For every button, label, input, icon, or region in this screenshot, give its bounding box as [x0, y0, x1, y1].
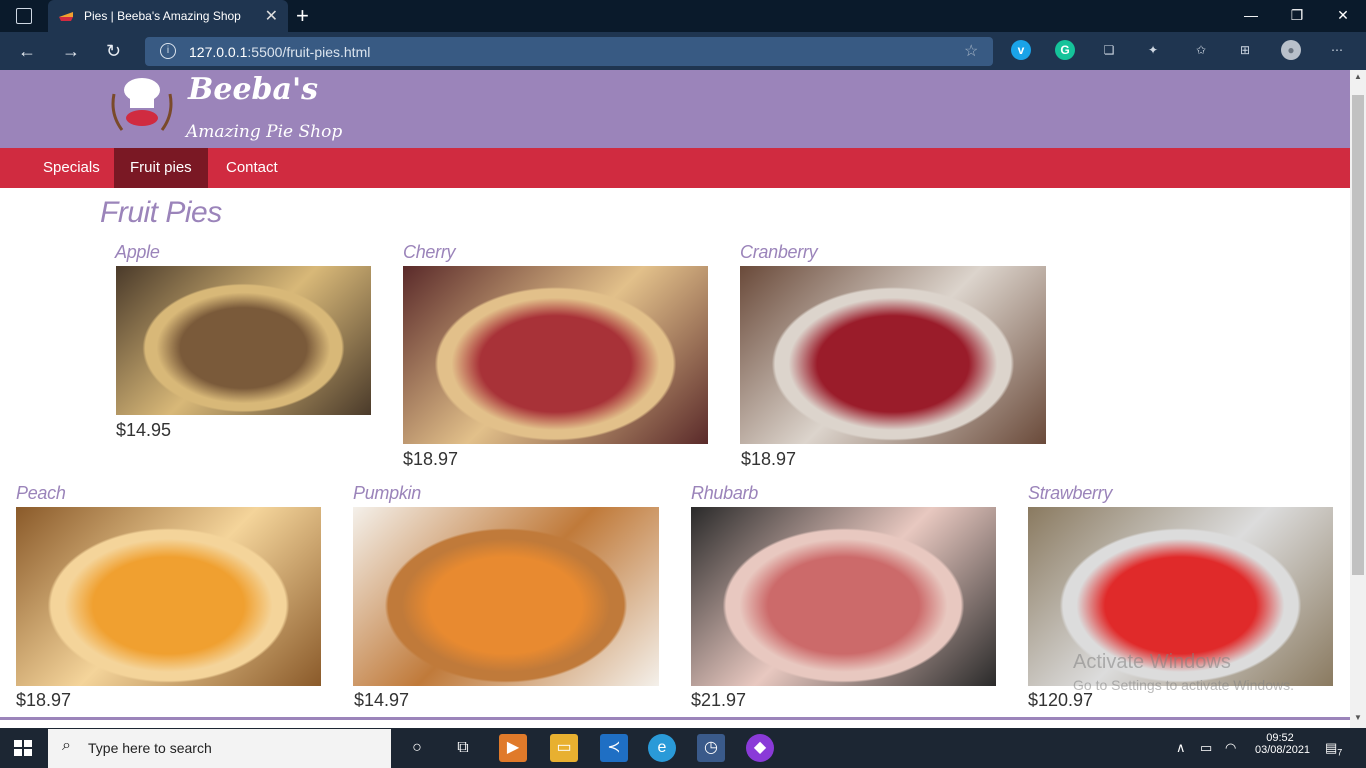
brand-name: Beeba's: [188, 72, 319, 107]
brand-tagline: Amazing Pie Shop: [186, 122, 343, 142]
wifi-icon[interactable]: ◠: [1225, 740, 1236, 756]
activation-watermark-title: Activate Windows: [1073, 651, 1231, 673]
url-text[interactable]: 127.0.0.1:5500/fruit-pies.html: [189, 44, 370, 60]
window-controls: — ❐ ✕: [1228, 0, 1366, 32]
restore-button[interactable]: ❐: [1274, 0, 1320, 32]
extensions-puzzle-icon[interactable]: ✦: [1143, 40, 1163, 60]
pie-price-peach: $18.97: [16, 690, 72, 710]
favorite-star-icon[interactable]: ☆: [964, 41, 978, 61]
clock-date: 03/08/2021: [1255, 744, 1311, 756]
tray-chevron-up-icon[interactable]: ∧: [1176, 740, 1186, 756]
windows-start-icon[interactable]: [14, 740, 32, 756]
scroll-up-arrow-icon[interactable]: ▲: [1350, 72, 1366, 81]
battery-icon[interactable]: ▭: [1200, 740, 1212, 756]
grammarly-extension-icon[interactable]: G: [1055, 40, 1075, 60]
pie-name-peach: Peach: [16, 483, 66, 503]
pie-price-rhubarb: $21.97: [691, 690, 747, 710]
site-nav: Specials Fruit pies Contact: [0, 148, 1350, 188]
pie-name-apple: Apple: [115, 242, 160, 262]
url-path: :5500/fruit-pies.html: [247, 44, 371, 60]
refresh-icon[interactable]: ↻: [106, 41, 121, 62]
pie-image-pumpkin[interactable]: [353, 507, 659, 686]
site-info-icon[interactable]: i: [160, 43, 176, 59]
pie-name-strawberry: Strawberry: [1028, 483, 1113, 503]
web-page: Beeba's Amazing Pie Shop Specials Fruit …: [0, 70, 1350, 720]
search-icon: ⌕: [62, 737, 71, 754]
pie-image-rhubarb[interactable]: [691, 507, 996, 686]
collections-extension-icon[interactable]: ❏: [1099, 40, 1119, 60]
pie-name-cherry: Cherry: [403, 242, 456, 262]
taskbar-search-placeholder[interactable]: Type here to search: [88, 740, 212, 756]
pie-image-cranberry[interactable]: [740, 266, 1046, 444]
tab-title: Pies | Beeba's Amazing Shop: [84, 9, 241, 23]
minimize-button[interactable]: —: [1228, 0, 1274, 32]
new-tab-button[interactable]: +: [296, 3, 309, 29]
footer-bar: [0, 717, 1350, 720]
profile-avatar-icon[interactable]: ●: [1281, 40, 1301, 60]
pie-price-cranberry: $18.97: [741, 449, 797, 469]
vscode-icon[interactable]: ≺: [600, 734, 628, 762]
activation-watermark-text: Go to Settings to activate Windows.: [1073, 677, 1294, 693]
clock-app-icon[interactable]: ◷: [697, 734, 725, 762]
pie-price-apple: $14.95: [116, 420, 172, 440]
pie-name-pumpkin: Pumpkin: [353, 483, 421, 503]
media-player-icon[interactable]: ▶: [499, 734, 527, 762]
clock-time: 09:52: [1266, 732, 1294, 744]
nav-item-contact[interactable]: Contact: [210, 148, 294, 188]
notification-count: 7: [1337, 747, 1343, 758]
edge-browser-icon[interactable]: e: [648, 734, 676, 762]
taskbar-clock[interactable]: 09:52 03/08/2021: [1255, 732, 1311, 756]
tab-close-icon[interactable]: ✕: [265, 6, 278, 26]
pie-price-cherry: $18.97: [403, 449, 459, 469]
nav-item-fruit-pies[interactable]: Fruit pies: [114, 148, 208, 188]
close-window-button[interactable]: ✕: [1320, 0, 1366, 32]
notifications-icon[interactable]: ▤7: [1325, 740, 1342, 758]
pie-price-pumpkin: $14.97: [354, 690, 410, 710]
bakery-logo-icon: [111, 78, 173, 131]
pie-name-rhubarb: Rhubarb: [691, 483, 758, 503]
nav-item-specials[interactable]: Specials: [27, 148, 116, 188]
url-host: 127.0.0.1: [189, 44, 248, 60]
pie-image-apple[interactable]: [116, 266, 371, 415]
scrollbar-thumb[interactable]: [1352, 95, 1364, 575]
forward-arrow-icon[interactable]: →: [62, 41, 80, 62]
scroll-down-arrow-icon[interactable]: ▼: [1350, 713, 1366, 722]
collections-icon[interactable]: ⊞: [1235, 40, 1255, 60]
task-view-icon[interactable]: ⧉: [449, 734, 477, 762]
pie-image-peach[interactable]: [16, 507, 321, 686]
vimeo-extension-icon[interactable]: v: [1011, 40, 1031, 60]
cortana-icon[interactable]: ○: [403, 734, 431, 762]
more-menu-icon[interactable]: ⋯: [1327, 40, 1347, 60]
tab-actions-icon[interactable]: [16, 8, 32, 24]
page-title: Fruit Pies: [100, 196, 222, 229]
favorites-bar-icon[interactable]: ✩: [1191, 40, 1211, 60]
pie-price-strawberry: $120.97: [1028, 690, 1094, 710]
pie-favicon-icon: [59, 12, 73, 21]
file-explorer-icon[interactable]: ▭: [550, 734, 578, 762]
pie-image-cherry[interactable]: [403, 266, 708, 444]
browser-tab[interactable]: Pies | Beeba's Amazing Shop ✕: [48, 0, 288, 32]
paint-app-icon[interactable]: ◆: [746, 734, 774, 762]
back-arrow-icon[interactable]: ←: [18, 41, 36, 62]
pie-name-cranberry: Cranberry: [740, 242, 818, 262]
